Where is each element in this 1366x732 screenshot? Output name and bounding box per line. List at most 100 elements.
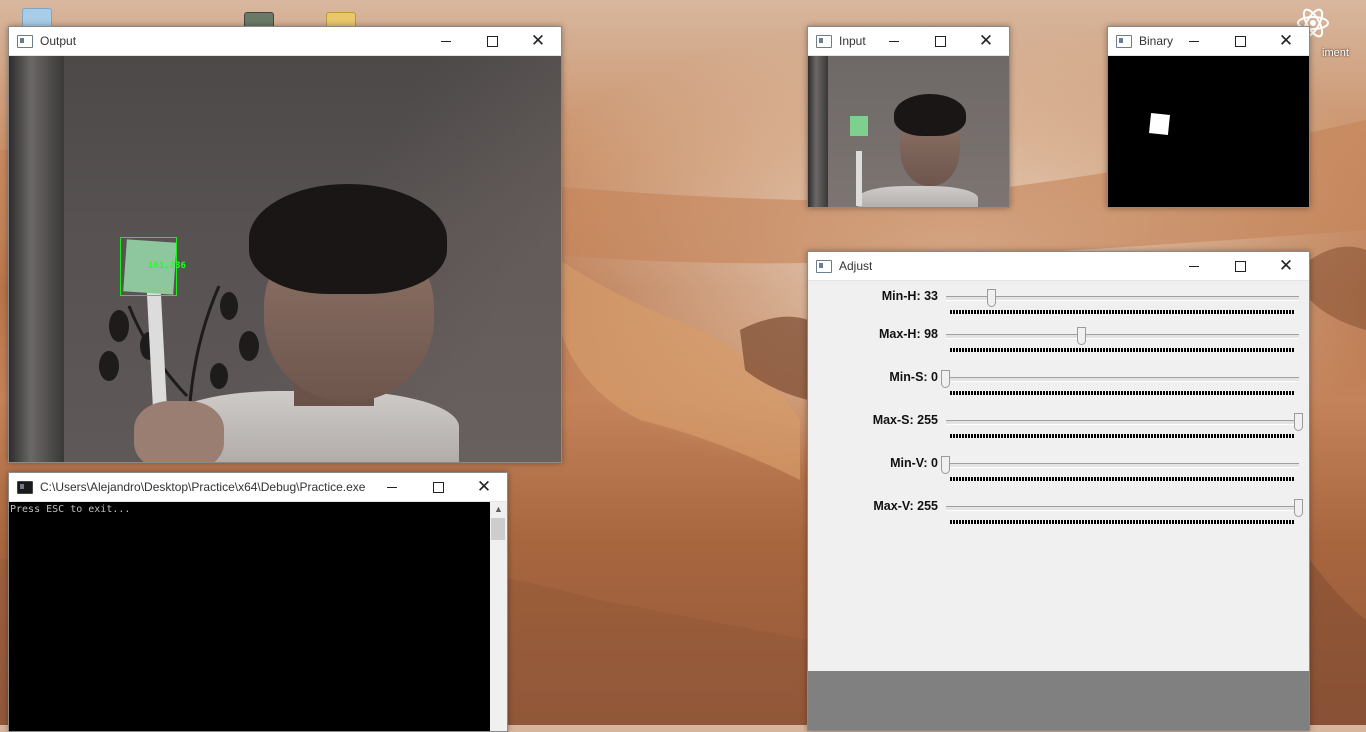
window-app-icon — [816, 259, 832, 273]
trackbar-max-v[interactable]: Max-V: 255 — [808, 497, 1309, 537]
console-scrollbar[interactable]: ▲ — [490, 502, 507, 731]
console-titlebar[interactable]: C:\Users\Alejandro\Desktop\Practice\x64\… — [9, 473, 507, 502]
adjust-titlebar[interactable]: Adjust ✕ — [808, 252, 1309, 281]
minimize-button[interactable] — [871, 27, 917, 56]
minimize-button[interactable] — [423, 27, 469, 56]
binary-window[interactable]: Binary ✕ — [1107, 26, 1310, 208]
trackbar-track[interactable] — [946, 413, 1303, 431]
maximize-button[interactable] — [469, 27, 515, 56]
trackbar-track[interactable] — [946, 289, 1299, 307]
trackbar-max-h[interactable]: Max-H: 98 — [808, 325, 1309, 365]
green-marker-card — [850, 116, 868, 136]
maximize-icon — [1234, 261, 1246, 272]
minimize-icon — [889, 41, 899, 42]
trackbar-thumb[interactable] — [1294, 499, 1303, 517]
trackbar-thumb[interactable] — [1294, 413, 1303, 431]
trackbar-min-s[interactable]: Min-S: 0 — [808, 368, 1309, 408]
trackbar-ticks — [950, 391, 1295, 395]
input-camera-frame — [808, 56, 1009, 207]
trackbar-label: Max-H: 98 — [878, 327, 938, 341]
close-button[interactable]: ✕ — [1263, 252, 1309, 281]
tracked-stick — [856, 151, 862, 206]
trackbar-label: Max-S: 255 — [872, 413, 938, 427]
console-line: Press ESC to exit... — [10, 504, 131, 515]
tracking-coordinate-label: 161,236 — [148, 261, 186, 271]
maximize-button[interactable] — [415, 473, 461, 502]
maximize-button[interactable] — [1217, 27, 1263, 56]
minimize-button[interactable] — [1171, 27, 1217, 56]
input-window[interactable]: Input ✕ — [807, 26, 1010, 208]
trackbar-track[interactable] — [946, 327, 1299, 345]
maximize-button[interactable] — [1217, 252, 1263, 281]
minimize-button[interactable] — [369, 473, 415, 502]
minimize-icon — [441, 41, 451, 42]
scrollbar-thumb[interactable] — [491, 518, 505, 540]
maximize-icon — [934, 36, 946, 47]
adjust-window[interactable]: Adjust ✕ Min-H: 33 Max-H: 98 Min-S: 0 Ma… — [807, 251, 1310, 731]
output-camera-frame: 161,236 — [9, 56, 561, 462]
close-button[interactable]: ✕ — [1263, 27, 1309, 56]
output-window[interactable]: Output ✕ 161,236 — [8, 26, 562, 463]
person-hair — [249, 184, 447, 294]
person-hair — [894, 94, 966, 136]
trackbar-ticks — [950, 520, 1295, 524]
trackbar-label: Min-V: 0 — [890, 456, 938, 470]
close-icon: ✕ — [978, 31, 994, 51]
trackbar-ticks — [950, 348, 1295, 352]
console-app-icon — [17, 480, 33, 494]
close-icon: ✕ — [530, 31, 546, 51]
person-shirt — [858, 186, 978, 207]
close-icon: ✕ — [1278, 31, 1294, 51]
trackbar-label: Min-H: 33 — [881, 289, 938, 303]
maximize-icon — [486, 36, 498, 47]
minimize-icon — [1189, 41, 1199, 42]
trackbar-max-s[interactable]: Max-S: 255 — [808, 411, 1309, 451]
console-window[interactable]: C:\Users\Alejandro\Desktop\Practice\x64\… — [8, 472, 508, 732]
trackbar-min-h[interactable]: Min-H: 33 — [808, 287, 1309, 327]
trackbar-thumb[interactable] — [941, 456, 950, 474]
door-frame — [9, 56, 64, 462]
window-app-icon — [17, 34, 33, 48]
window-app-icon — [816, 34, 832, 48]
maximize-icon — [432, 482, 444, 493]
close-icon: ✕ — [1278, 256, 1294, 276]
input-titlebar[interactable]: Input ✕ — [808, 27, 1009, 56]
trackbar-panel: Min-H: 33 Max-H: 98 Min-S: 0 Max-S: 255 … — [808, 281, 1309, 730]
trackbar-ticks — [950, 310, 1295, 314]
window-app-icon — [1116, 34, 1132, 48]
close-button[interactable]: ✕ — [461, 473, 507, 502]
camera-scene: 161,236 — [9, 56, 561, 462]
desktop-icon-label: iment — [1322, 47, 1349, 59]
door-frame — [808, 56, 828, 207]
binary-titlebar[interactable]: Binary ✕ — [1108, 27, 1309, 56]
binary-mask — [1108, 56, 1309, 207]
adjust-empty-area — [808, 671, 1309, 730]
trackbar-track[interactable] — [941, 456, 1299, 474]
trackbar-thumb[interactable] — [941, 370, 950, 388]
minimize-icon — [1189, 266, 1199, 267]
camera-scene — [808, 56, 1009, 207]
minimize-icon — [387, 487, 397, 488]
person-hand — [134, 401, 224, 462]
trackbar-thumb[interactable] — [986, 289, 996, 307]
console-output[interactable]: Press ESC to exit... — [9, 502, 490, 731]
window-title: Adjust — [839, 259, 873, 273]
trackbar-label: Min-S: 0 — [889, 370, 938, 384]
maximize-button[interactable] — [917, 27, 963, 56]
scroll-up-arrow-icon[interactable]: ▲ — [490, 502, 507, 516]
trackbar-min-v[interactable]: Min-V: 0 — [808, 454, 1309, 494]
binary-mask-frame — [1108, 56, 1309, 207]
trackbar-track[interactable] — [946, 499, 1303, 517]
trackbar-track[interactable] — [941, 370, 1299, 388]
window-title: Input — [839, 34, 866, 48]
close-button[interactable]: ✕ — [515, 27, 561, 56]
close-button[interactable]: ✕ — [963, 27, 1009, 56]
window-title: C:\Users\Alejandro\Desktop\Practice\x64\… — [40, 480, 366, 494]
output-titlebar[interactable]: Output ✕ — [9, 27, 561, 56]
trackbar-thumb[interactable] — [1076, 327, 1086, 345]
trackbar-label: Max-V: 255 — [873, 499, 938, 513]
trackbar-ticks — [950, 434, 1295, 438]
trackbar-ticks — [950, 477, 1295, 481]
minimize-button[interactable] — [1171, 252, 1217, 281]
close-icon: ✕ — [476, 477, 492, 497]
